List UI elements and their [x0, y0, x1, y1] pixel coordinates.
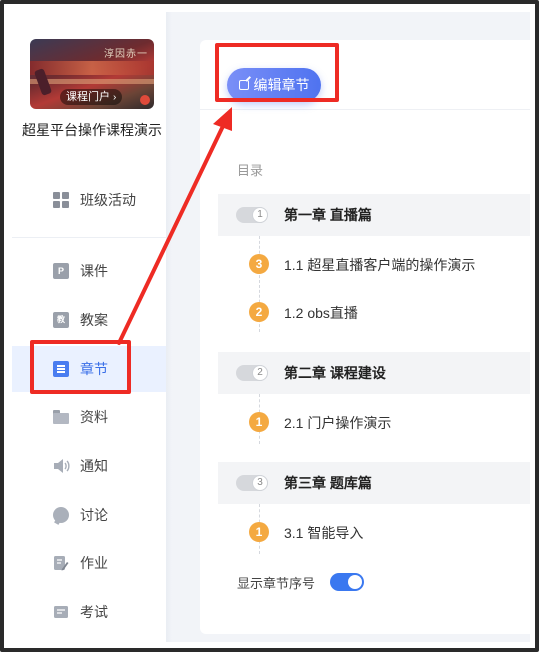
- annotation-arrow: [117, 107, 232, 345]
